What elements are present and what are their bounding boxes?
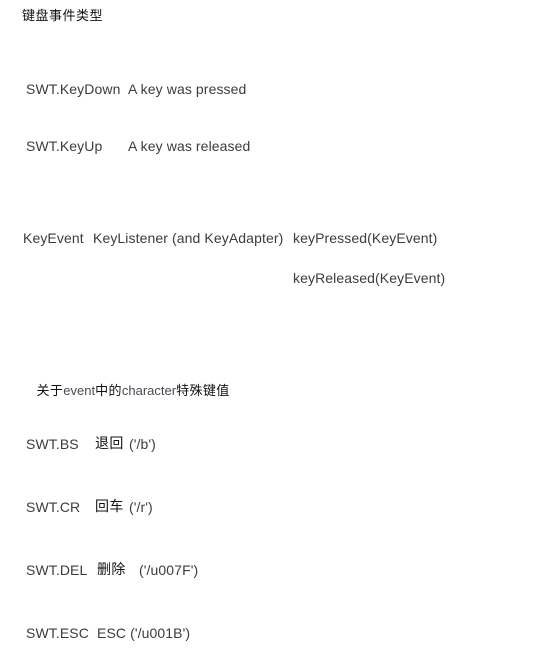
- event-constant-keyup: SWT.KeyUp: [26, 138, 103, 154]
- listener-event-class: KeyEvent: [23, 230, 84, 246]
- event-description-keydown: A key was pressed: [128, 81, 247, 97]
- heading-segment-cjk-2: 中的: [95, 384, 122, 399]
- key-label-del: 删除: [97, 562, 126, 578]
- document-page: 键盘事件类型 SWT.KeyDown A key was pressed SWT…: [0, 0, 551, 655]
- key-constant-esc: SWT.ESC: [26, 625, 89, 641]
- page-title: 键盘事件类型: [22, 9, 104, 24]
- character-section-heading: 关于event中的character特殊键值: [22, 365, 230, 417]
- heading-segment-latin-character: character: [121, 383, 177, 398]
- key-code-esc: ('/u001B'): [130, 625, 191, 641]
- key-label-cr: 回车: [95, 499, 124, 515]
- key-constant-del: SWT.DEL: [26, 562, 88, 578]
- key-label-esc: ESC: [97, 625, 127, 641]
- event-constant-keydown: SWT.KeyDown: [26, 81, 121, 97]
- key-code-cr: ('/r'): [129, 499, 153, 515]
- heading-segment-cjk-3: 特殊键值: [176, 384, 230, 399]
- listener-method-key-released: keyReleased(KeyEvent): [293, 270, 446, 286]
- key-code-bs: ('/b'): [129, 436, 156, 452]
- key-label-and-code-esc: ESC ('/u001B'): [97, 625, 190, 641]
- key-label-bs: 退回: [95, 436, 124, 452]
- event-description-keyup: A key was released: [128, 138, 251, 154]
- key-constant-bs: SWT.BS: [26, 436, 79, 452]
- heading-segment-latin-event: event: [63, 383, 96, 398]
- listener-interface: KeyListener (and KeyAdapter): [93, 230, 284, 246]
- heading-segment-cjk-1: 关于: [36, 384, 64, 399]
- listener-method-key-pressed: keyPressed(KeyEvent): [293, 230, 438, 246]
- key-constant-cr: SWT.CR: [26, 499, 81, 515]
- key-code-del: ('/u007F'): [139, 562, 199, 578]
